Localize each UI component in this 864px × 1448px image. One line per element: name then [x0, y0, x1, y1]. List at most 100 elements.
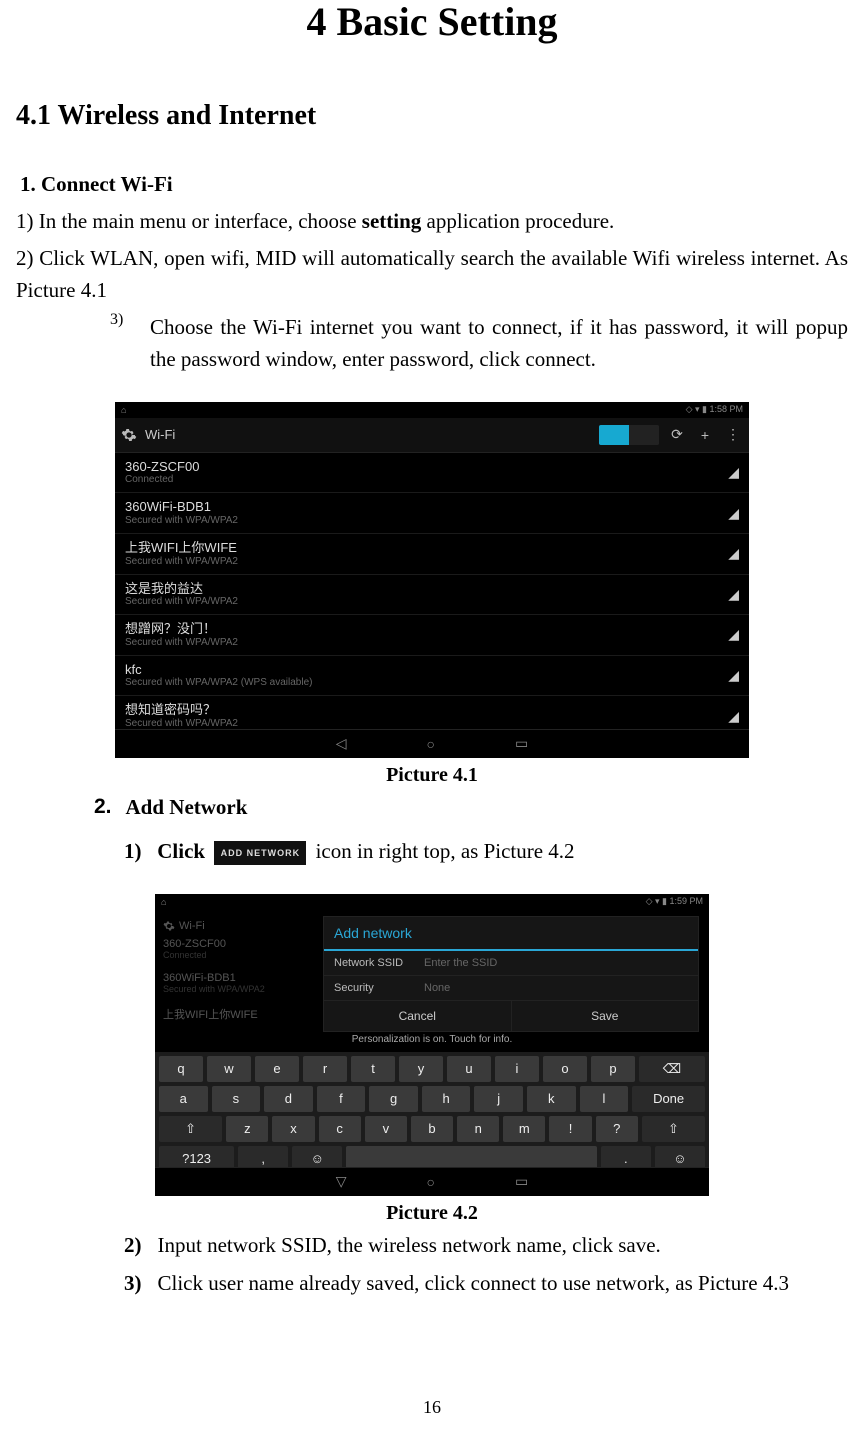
wifi-status: Secured with WPA/WPA2: [125, 515, 728, 527]
key-l[interactable]: l: [580, 1086, 629, 1112]
key-y[interactable]: y: [399, 1056, 443, 1082]
wifi-status: Connected: [125, 474, 728, 486]
nav-recent-icon[interactable]: ▭: [515, 735, 528, 752]
key-i[interactable]: i: [495, 1056, 539, 1082]
step-1-bold: setting: [362, 209, 422, 233]
wifi-network-list: 360-ZSCF00Connected◢360WiFi-BDB1Secured …: [115, 453, 749, 737]
chapter-title: 4 Basic Setting: [16, 0, 848, 44]
substep-3-marker: 3): [124, 1267, 142, 1300]
key-h[interactable]: h: [422, 1086, 471, 1112]
wifi-network-row[interactable]: 360WiFi-BDB1Secured with WPA/WPA2◢: [115, 493, 749, 534]
nav-bar: ◁ ○ ▭: [115, 729, 749, 758]
wifi-network-row[interactable]: 这是我的益达Secured with WPA/WPA2◢: [115, 575, 749, 616]
wifi-network-row: 360WiFi-BDB1Secured with WPA/WPA2: [163, 972, 323, 994]
wifi-signal-icon: ◢: [728, 708, 739, 725]
key-backspace[interactable]: ⌫: [639, 1056, 705, 1082]
key-p[interactable]: p: [591, 1056, 635, 1082]
key-z[interactable]: z: [226, 1116, 268, 1142]
dialog-title: Add network: [324, 917, 698, 951]
key-v[interactable]: v: [365, 1116, 407, 1142]
wifi-status: Secured with WPA/WPA2: [125, 596, 728, 608]
wifi-signal-icon: ◢: [728, 505, 739, 522]
status-left: ⌂: [121, 405, 126, 415]
security-select[interactable]: None: [424, 982, 450, 994]
key-x[interactable]: x: [272, 1116, 314, 1142]
key-o[interactable]: o: [543, 1056, 587, 1082]
wifi-header: Wi-Fi ⟳ + ⋮: [115, 418, 749, 453]
personalization-toast[interactable]: Personalization is on. Touch for info.: [155, 1034, 709, 1045]
nav-back-icon[interactable]: ◁: [336, 735, 347, 752]
key-b[interactable]: b: [411, 1116, 453, 1142]
caption-4-1: Picture 4.1: [16, 764, 848, 787]
wifi-toggle[interactable]: [599, 425, 659, 445]
key-w[interactable]: w: [207, 1056, 251, 1082]
refresh-icon[interactable]: ⟳: [667, 425, 687, 445]
key-shift[interactable]: ⇧: [642, 1116, 705, 1142]
ssid-input[interactable]: Enter the SSID: [424, 957, 497, 969]
soft-keyboard: qwertyuiop⌫asdfghjklDone⇧zxcvbnm!?⇧?123,…: [155, 1052, 709, 1168]
wifi-name: 想蹭网？没门！: [125, 621, 728, 637]
step-1: 1) In the main menu or interface, choose…: [16, 205, 848, 238]
nav-recent-icon[interactable]: ▭: [515, 1173, 528, 1190]
dimmed-wifi-list: Wi-Fi 360-ZSCF00Connected360WiFi-BDB1Sec…: [155, 910, 331, 1044]
wifi-network-row[interactable]: 360-ZSCF00Connected◢: [115, 453, 749, 494]
cancel-button[interactable]: Cancel: [324, 1001, 512, 1031]
save-button[interactable]: Save: [512, 1001, 699, 1031]
screenshot-add-network: ⌂ ◇ ▾ ▮ 1:59 PM Wi-Fi 360-ZSCF00Connecte…: [155, 894, 709, 1196]
security-label: Security: [334, 982, 424, 994]
substep-1-post: icon in right top, as Picture 4.2: [316, 839, 575, 863]
menu-icon[interactable]: ⋮: [723, 425, 743, 445]
nav-back-icon[interactable]: ▽: [336, 1173, 347, 1190]
key-q[interactable]: q: [159, 1056, 203, 1082]
key-t[interactable]: t: [351, 1056, 395, 1082]
ssid-label: Network SSID: [334, 957, 424, 969]
status-right: ◇ ▾ ▮ 1:58 PM: [686, 404, 743, 415]
wifi-title: Wi-Fi: [145, 427, 175, 442]
substep-1-marker: 1): [124, 839, 142, 863]
status-bar: ⌂ ◇ ▾ ▮ 1:58 PM: [115, 402, 749, 418]
key-r[interactable]: r: [303, 1056, 347, 1082]
wifi-signal-icon: ◢: [728, 626, 739, 643]
add-icon[interactable]: +: [695, 425, 715, 445]
gear-icon: [121, 427, 137, 443]
key-j[interactable]: j: [474, 1086, 523, 1112]
step-2: 2) Click WLAN, open wifi, MID will autom…: [16, 242, 848, 307]
wifi-name: 想知道密码吗？: [125, 702, 728, 718]
wifi-name: 360-ZSCF00: [125, 459, 728, 475]
key-?[interactable]: ?: [596, 1116, 638, 1142]
wifi-network-row[interactable]: kfcSecured with WPA/WPA2 (WPS available)…: [115, 656, 749, 697]
key-e[interactable]: e: [255, 1056, 299, 1082]
key-![interactable]: !: [549, 1116, 591, 1142]
section-title: 4.1 Wireless and Internet: [16, 100, 848, 132]
wifi-name: 这是我的益达: [125, 581, 728, 597]
nav-home-icon[interactable]: ○: [427, 1174, 435, 1190]
key-f[interactable]: f: [317, 1086, 366, 1112]
key-a[interactable]: a: [159, 1086, 208, 1112]
step-3-marker: 3): [110, 311, 134, 376]
substep-2: Input network SSID, the wireless network…: [158, 1229, 661, 1262]
wifi-name: kfc: [125, 662, 728, 678]
key-m[interactable]: m: [503, 1116, 545, 1142]
key-g[interactable]: g: [369, 1086, 418, 1112]
substep-1-pre: Click: [157, 839, 210, 863]
wifi-status: Secured with WPA/WPA2: [125, 556, 728, 568]
wifi-network-row: 上我WIFI上你WIFE: [163, 1006, 323, 1022]
wifi-network-row[interactable]: 上我WIFI上你WIFESecured with WPA/WPA2◢: [115, 534, 749, 575]
item-2-label: Add Network: [126, 791, 248, 824]
add-network-dialog: Add network Network SSID Enter the SSID …: [323, 916, 699, 1032]
key-c[interactable]: c: [319, 1116, 361, 1142]
key-k[interactable]: k: [527, 1086, 576, 1112]
wifi-signal-icon: ◢: [728, 545, 739, 562]
wifi-name: 上我WIFI上你WIFE: [125, 540, 728, 556]
key-n[interactable]: n: [457, 1116, 499, 1142]
key-d[interactable]: d: [264, 1086, 313, 1112]
key-shift[interactable]: ⇧: [159, 1116, 222, 1142]
wifi-network-row[interactable]: 想蹭网？没门！Secured with WPA/WPA2◢: [115, 615, 749, 656]
key-s[interactable]: s: [212, 1086, 261, 1112]
nav-home-icon[interactable]: ○: [427, 736, 435, 752]
page-number: 16: [0, 1397, 864, 1418]
key-done[interactable]: Done: [632, 1086, 705, 1112]
substep-3: Click user name already saved, click con…: [158, 1267, 790, 1300]
nav-bar: ▽ ○ ▭: [155, 1167, 709, 1196]
key-u[interactable]: u: [447, 1056, 491, 1082]
